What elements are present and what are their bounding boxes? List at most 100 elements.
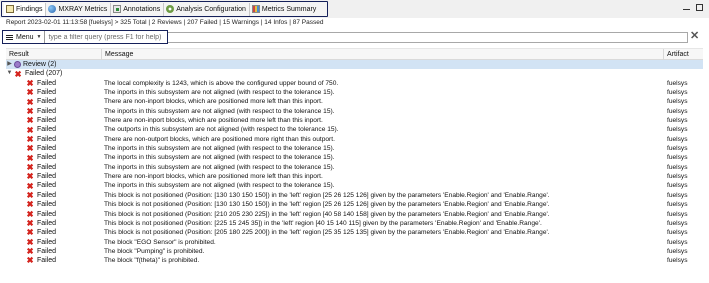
annotations-icon xyxy=(113,5,122,13)
artifact-cell: fuelsys xyxy=(667,229,688,237)
tab-findings[interactable]: Findings xyxy=(4,2,47,16)
tab-analysis-configuration[interactable]: Analysis Configuration xyxy=(164,2,250,16)
artifact-cell: fuelsys xyxy=(667,89,688,97)
result-cell: ✖ Failed xyxy=(26,256,56,265)
result-label: Failed xyxy=(37,182,57,190)
artifact-cell: fuelsys xyxy=(667,210,688,218)
tab-annotations[interactable]: Annotations xyxy=(111,2,165,16)
message-cell: This block is not positioned (Position: … xyxy=(104,191,550,199)
result-label: Failed xyxy=(37,229,57,237)
table-row[interactable]: ✖ Failed This block is not positioned (Pos… xyxy=(6,209,703,219)
table-row[interactable]: ✖ Failed The block "EGO Sensor" is prohibi… xyxy=(6,237,703,247)
message-cell: This block is not positioned (Position: … xyxy=(104,201,550,209)
failed-icon: ✖ xyxy=(26,227,34,238)
report-summary: Report 2023-02-01 11:13:58 [fuelsys] > 3… xyxy=(6,19,324,26)
message-cell: The inports in this subsystem are not al… xyxy=(104,89,335,97)
filter-query-input[interactable] xyxy=(45,31,167,43)
message-cell: This block is not positioned (Position: … xyxy=(104,229,550,237)
result-label: Failed xyxy=(37,145,57,153)
result-label: Failed xyxy=(37,191,57,199)
column-header-result[interactable]: Result xyxy=(9,51,29,58)
tab-label: Findings xyxy=(16,5,43,13)
result-label: Failed xyxy=(37,257,57,265)
table-row[interactable]: ✖ Failed The inports in this subsystem are… xyxy=(6,88,703,97)
artifact-cell: fuelsys xyxy=(667,135,688,143)
tab-metrics-summary[interactable]: Metrics Summary xyxy=(250,3,319,16)
mxray-icon xyxy=(48,5,57,13)
tab-mxray-metrics[interactable]: MXRAY Metrics xyxy=(46,2,112,16)
table-row[interactable]: ✖ Failed The local complexity is 1243, whi… xyxy=(6,78,703,88)
filter-toolbar: Menu ▼ xyxy=(2,30,168,44)
findings-view: Findings MXRAY Metrics Annotations Analy… xyxy=(0,0,709,283)
table-row[interactable]: ✖ Failed The inports in this subsystem are… xyxy=(6,153,703,162)
menu-button[interactable]: Menu ▼ xyxy=(3,31,46,43)
message-cell: The block "f(theta)" is prohibited. xyxy=(104,257,200,265)
table-row[interactable]: ✖ Failed The inports in this subsystem are… xyxy=(6,106,703,116)
result-label: Failed xyxy=(37,173,57,181)
table-row[interactable]: ✖ Failed This block is not positioned (Pos… xyxy=(6,228,703,237)
table-row[interactable]: ✖ Failed The block "Pumping" is prohibited… xyxy=(6,247,703,256)
result-label: Failed xyxy=(37,117,57,125)
chevron-down-icon: ▼ xyxy=(36,34,42,40)
review-icon xyxy=(14,61,21,69)
artifact-cell: fuelsys xyxy=(667,191,688,199)
result-label: Failed xyxy=(37,135,57,143)
message-cell: The inports in this subsystem are not al… xyxy=(104,163,335,171)
menu-label: Menu xyxy=(16,33,34,41)
result-label: Failed xyxy=(37,201,57,209)
message-cell: This block is not positioned (Position: … xyxy=(104,219,542,227)
table-row[interactable]: ✖ Failed The block "f(theta)" is prohibite… xyxy=(6,256,703,265)
result-label: Failed xyxy=(37,238,57,246)
message-cell: There are non-inport blocks, which are p… xyxy=(104,98,323,106)
message-cell: The block "Pumping" is prohibited. xyxy=(104,247,205,255)
table-row[interactable]: ✖ Failed The inports in this subsystem are… xyxy=(6,162,703,172)
artifact-cell: fuelsys xyxy=(667,247,688,255)
findings-table: Result Message Artifact ▶ Review (2) ▼ ✖… xyxy=(6,48,703,283)
metrics-summary-icon xyxy=(251,5,260,13)
artifact-cell: fuelsys xyxy=(667,117,688,125)
maximize-icon[interactable] xyxy=(696,4,703,11)
config-icon xyxy=(166,5,175,13)
table-row[interactable]: ✖ Failed The outports in this subsystem ar… xyxy=(6,125,703,134)
message-cell: There are non-inport blocks, which are p… xyxy=(104,117,323,125)
chevron-down-icon[interactable]: ▼ xyxy=(6,69,13,78)
result-label: Failed xyxy=(37,210,57,218)
minimize-icon[interactable] xyxy=(683,8,690,11)
artifact-cell: fuelsys xyxy=(667,163,688,171)
tab-strip: Findings MXRAY Metrics Annotations Analy… xyxy=(1,1,328,17)
table-row[interactable]: ✖ Failed The inports in this subsystem are… xyxy=(6,144,703,153)
message-cell: The outports in this subsystem are not a… xyxy=(104,126,339,134)
artifact-cell: fuelsys xyxy=(667,154,688,162)
artifact-cell: fuelsys xyxy=(667,98,688,106)
table-row[interactable]: ✖ Failed There are non-inport blocks, whic… xyxy=(6,172,703,181)
result-label: Failed xyxy=(37,163,57,171)
artifact-cell: fuelsys xyxy=(667,79,688,87)
message-cell: There are non-inport blocks, which are p… xyxy=(104,173,323,181)
message-cell: The inports in this subsystem are not al… xyxy=(104,182,335,190)
failed-icon: ✖ xyxy=(26,199,34,210)
artifact-cell: fuelsys xyxy=(667,238,688,246)
table-row[interactable]: ✖ Failed There are non-inport blocks, whic… xyxy=(6,116,703,125)
artifact-cell: fuelsys xyxy=(667,145,688,153)
artifact-cell: fuelsys xyxy=(667,173,688,181)
group-row-review[interactable]: ▶ Review (2) xyxy=(6,60,703,70)
clear-filter-icon[interactable]: ✕ xyxy=(690,30,699,43)
table-row[interactable]: ✖ Failed This block is not positioned (Pos… xyxy=(6,190,703,200)
hamburger-icon xyxy=(6,34,13,40)
failed-icon: ✖ xyxy=(26,115,34,126)
column-header-artifact[interactable]: Artifact xyxy=(667,51,689,58)
chevron-right-icon[interactable]: ▶ xyxy=(6,60,13,69)
view-controls xyxy=(683,4,703,11)
tab-label: Annotations xyxy=(123,5,161,13)
table-row[interactable]: ✖ Failed This block is not positioned (Pos… xyxy=(6,219,703,228)
table-row[interactable]: ✖ Failed There are non-outport blocks, whi… xyxy=(6,134,703,144)
group-row-failed[interactable]: ▼ ✖ Failed (207) xyxy=(6,69,703,78)
table-body: ▶ Review (2) ▼ ✖ Failed (207) ✖ Failed The… xyxy=(6,60,703,266)
artifact-cell: fuelsys xyxy=(667,182,688,190)
result-label: Failed xyxy=(37,219,57,227)
table-row[interactable]: ✖ Failed This block is not positioned (Pos… xyxy=(6,200,703,209)
table-row[interactable]: ✖ Failed The inports in this subsystem are… xyxy=(6,181,703,190)
failed-icon: ✖ xyxy=(14,68,22,79)
column-header-message[interactable]: Message xyxy=(105,51,133,58)
table-row[interactable]: ✖ Failed There are non-inport blocks, whic… xyxy=(6,97,703,106)
